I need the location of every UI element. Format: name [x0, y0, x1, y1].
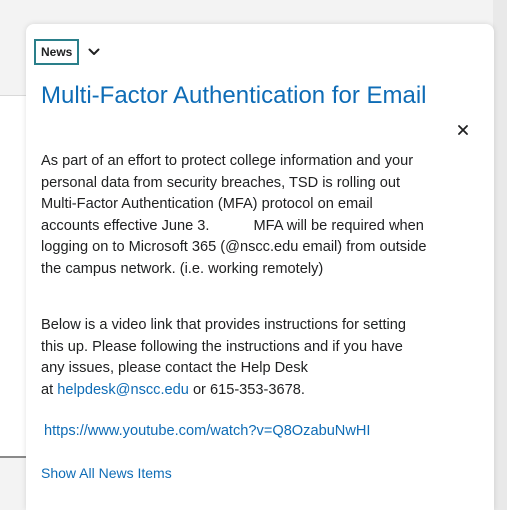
body-line: the campus network. (i.e. working remote… [41, 260, 324, 277]
background-scroll-area [493, 0, 507, 510]
show-all-news-link[interactable]: Show All News Items [41, 465, 172, 481]
news-body-paragraph-1: As part of an effort to protect college … [41, 151, 491, 280]
video-link[interactable]: https://www.youtube.com/watch?v=Q8OzabuN… [44, 423, 370, 439]
body-text-segment: MFA will be required when [253, 217, 424, 234]
body-line: personal data from security breaches, TS… [41, 174, 401, 191]
news-category-label[interactable]: News [34, 39, 80, 65]
body-line: at helpdesk@nscc.edu or 615-353-3678. [41, 380, 491, 402]
news-widget: News Multi-Factor Authentication for Ema… [26, 24, 494, 510]
chevron-down-icon[interactable] [87, 45, 101, 59]
news-body-paragraph-2: Below is a video link that provides inst… [41, 315, 491, 401]
body-line: Multi-Factor Authentication (MFA) protoc… [41, 196, 373, 212]
body-line: Below is a video link that provides inst… [41, 317, 407, 333]
body-text-segment: at [41, 381, 58, 398]
helpdesk-email-link[interactable]: helpdesk@nscc.edu [57, 382, 189, 398]
body-line: accounts effective June 3. MFA will be re… [41, 216, 491, 238]
body-text-segment: or 615-353-3678. [188, 381, 305, 398]
close-icon[interactable] [455, 122, 471, 138]
body-line: As part of an effort to protect college … [41, 153, 414, 169]
body-text-segment: accounts effective June 3. [41, 217, 210, 234]
body-line: logging on to Microsoft 365 (@nscc.edu e… [41, 239, 427, 255]
news-item-title[interactable]: Multi-Factor Authentication for Email [41, 81, 427, 111]
widget-header: News [34, 39, 101, 65]
body-line: any issues, please contact the Help Desk [41, 360, 308, 376]
body-line: this up. Please following the instructio… [41, 338, 403, 355]
